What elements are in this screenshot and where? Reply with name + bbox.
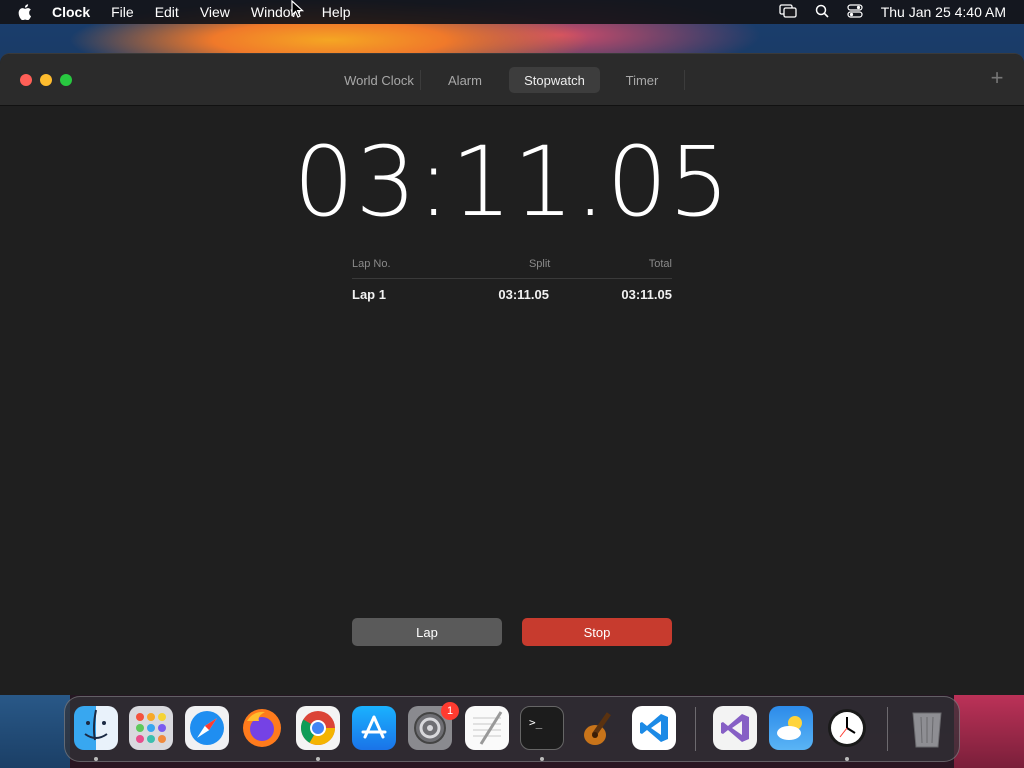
running-indicator	[845, 757, 849, 761]
menu-app-name[interactable]: Clock	[52, 4, 90, 20]
tab-timer[interactable]: Timer	[600, 67, 684, 93]
lap-button[interactable]: Lap	[352, 618, 502, 646]
stopwatch-elapsed-time: 03:11.05	[293, 126, 731, 238]
visual-studio-icon[interactable]	[713, 706, 757, 750]
window-titlebar: World Clock Alarm Stopwatch Timer +	[0, 54, 1024, 106]
lap-split: 03:11.05	[498, 287, 549, 302]
dock-separator	[695, 707, 696, 751]
tab-world-clock[interactable]: World Clock	[338, 67, 420, 93]
table-row: Lap 1 03:11.05 03:11.05	[352, 279, 672, 302]
running-indicator	[316, 757, 320, 761]
segmented-tab-control: World Clock Alarm Stopwatch Timer	[338, 66, 688, 94]
weather-icon[interactable]	[769, 706, 813, 750]
tab-alarm[interactable]: Alarm	[421, 67, 509, 93]
trash-icon[interactable]	[905, 706, 949, 750]
running-indicator	[94, 757, 98, 761]
launchpad-icon[interactable]	[129, 706, 173, 750]
chrome-icon[interactable]	[296, 706, 340, 750]
tab-stopwatch[interactable]: Stopwatch	[509, 67, 600, 93]
menu-view[interactable]: View	[200, 4, 230, 20]
wallpaper-edge-left	[0, 690, 70, 768]
menu-edit[interactable]: Edit	[155, 4, 179, 20]
menubar-datetime[interactable]: Thu Jan 25 4:40 AM	[881, 4, 1006, 20]
svg-text:>_: >_	[529, 716, 543, 729]
minimize-window-button[interactable]	[40, 74, 52, 86]
stop-button[interactable]: Stop	[522, 618, 672, 646]
menu-help[interactable]: Help	[322, 4, 351, 20]
firefox-icon[interactable]	[240, 706, 284, 750]
column-header-split: Split	[528, 258, 551, 270]
wallpaper-edge-right	[954, 690, 1024, 768]
control-center-icon[interactable]	[847, 3, 863, 21]
vscode-icon[interactable]	[632, 706, 676, 750]
add-icon[interactable]: +	[988, 67, 1006, 89]
lap-number: Lap 1	[352, 287, 386, 302]
lap-total: 03:11.05	[621, 287, 672, 302]
garageband-icon[interactable]	[576, 706, 620, 750]
laps-table-header: Lap No. Split Total	[352, 258, 672, 279]
terminal-icon[interactable]: >_	[520, 706, 564, 750]
menu-bar: Clock File Edit View Window Help Thu Jan…	[0, 0, 1024, 24]
column-header-total: Total	[648, 258, 672, 270]
tab-divider	[684, 70, 685, 90]
apple-menu-icon[interactable]	[18, 4, 36, 20]
textedit-icon[interactable]	[465, 706, 509, 750]
safari-icon[interactable]	[185, 706, 229, 750]
zoom-window-button[interactable]	[60, 74, 72, 86]
laps-table: Lap No. Split Total Lap 1 03:11.05 03:11…	[352, 258, 672, 302]
mouse-cursor-icon	[291, 0, 305, 25]
spotlight-search-icon[interactable]	[815, 4, 829, 21]
app-store-icon[interactable]	[352, 706, 396, 750]
running-indicator	[540, 757, 544, 761]
finder-icon[interactable]	[74, 706, 118, 750]
menu-file[interactable]: File	[111, 4, 134, 20]
close-window-button[interactable]	[20, 74, 32, 86]
column-header-lap-no: Lap No.	[352, 258, 391, 270]
screen-mirroring-icon[interactable]	[779, 3, 797, 21]
dock: >_	[64, 696, 960, 762]
clock-window: World Clock Alarm Stopwatch Timer + 03:1…	[0, 53, 1024, 695]
clock-icon[interactable]	[825, 706, 869, 750]
dock-separator	[887, 707, 888, 751]
notification-badge: 1	[441, 702, 459, 720]
